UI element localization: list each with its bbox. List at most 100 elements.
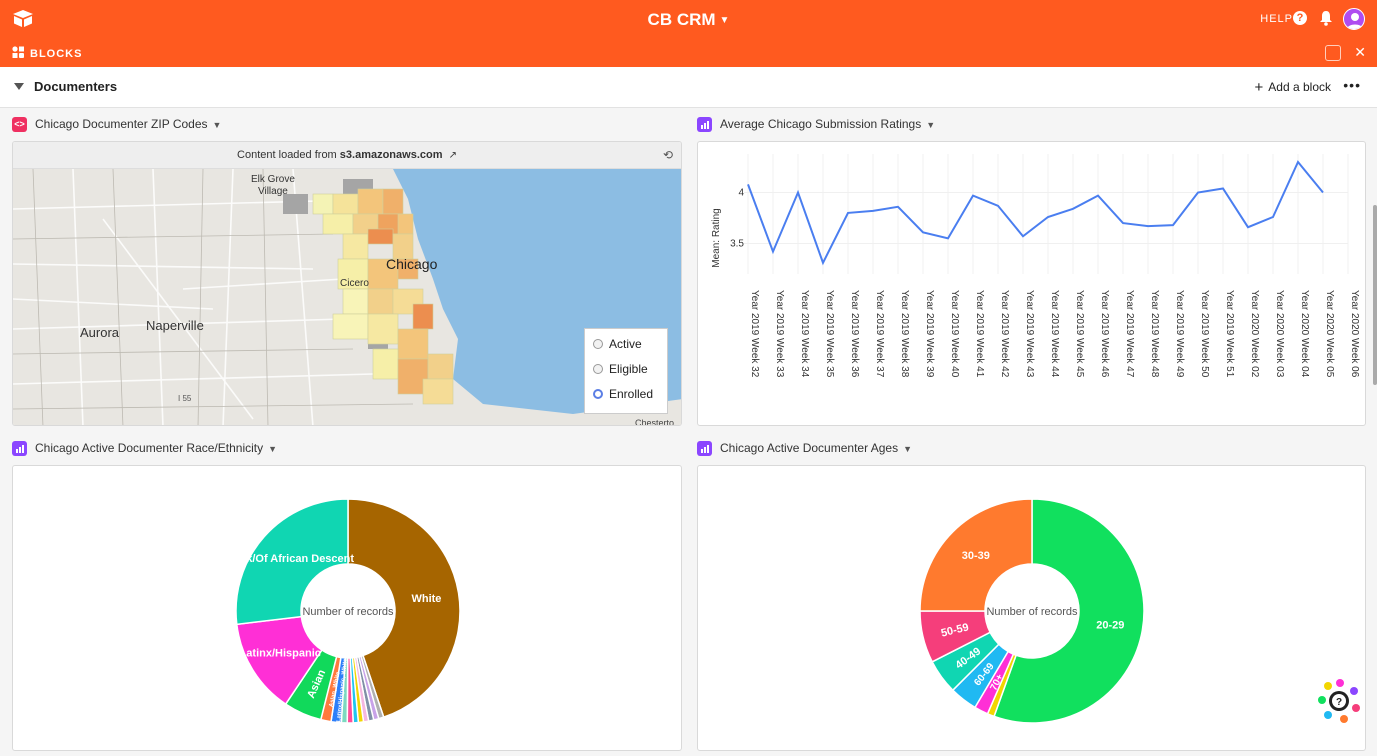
x-tick-label: Year 2019 Week 46 bbox=[1099, 290, 1110, 378]
rating-point[interactable] bbox=[996, 203, 1001, 208]
scrollbar[interactable] bbox=[1373, 205, 1377, 385]
rating-point[interactable] bbox=[846, 210, 851, 215]
rating-point[interactable] bbox=[1296, 160, 1301, 165]
x-tick-label: Year 2019 Week 37 bbox=[874, 290, 885, 378]
panel-header-zip[interactable]: <> Chicago Documenter ZIP Codes ▼ bbox=[12, 117, 221, 137]
x-tick-label: Year 2019 Week 40 bbox=[949, 290, 960, 378]
rating-point[interactable] bbox=[1096, 193, 1101, 198]
x-tick-label: Year 2019 Week 44 bbox=[1049, 290, 1060, 378]
x-tick-label: Year 2019 Week 49 bbox=[1174, 290, 1185, 378]
rating-point[interactable] bbox=[871, 208, 876, 213]
map-label-naperville: Naperville bbox=[146, 318, 204, 333]
rating-point[interactable] bbox=[1221, 186, 1226, 191]
donut-center-label: Number of records bbox=[986, 606, 1078, 618]
map-label-elk-grove-2: Village bbox=[258, 186, 288, 197]
ratings-line-chart[interactable]: Year 2019 Week 32 Year 2019 Week 33 Year 2… bbox=[698, 142, 1365, 425]
rating-point[interactable] bbox=[946, 236, 951, 241]
rating-point[interactable] bbox=[821, 260, 826, 265]
add-block-label: Add a block bbox=[1268, 80, 1331, 94]
fullscreen-icon[interactable] bbox=[1325, 45, 1341, 61]
x-tick-label: Year 2019 Week 42 bbox=[999, 290, 1010, 378]
x-tick-label: Year 2019 Week 41 bbox=[974, 290, 985, 378]
x-tick-label: Year 2019 Week 45 bbox=[1074, 290, 1085, 378]
ages-chart-card: 20-29 70+ 60-69 40-49 50-59 30-39 Number of re… bbox=[697, 465, 1366, 751]
slice-label: White bbox=[411, 593, 441, 605]
rating-point[interactable] bbox=[1321, 190, 1326, 195]
chevron-down-icon: ▼ bbox=[926, 120, 936, 130]
add-block-button[interactable]: + Add a block bbox=[1255, 79, 1331, 96]
x-tick-label: Year 2020 Week 04 bbox=[1299, 290, 1310, 378]
chevron-down-icon: ▼ bbox=[268, 444, 278, 454]
rating-point[interactable] bbox=[1271, 214, 1276, 219]
slice-label: Latinx/Hispanic bbox=[240, 648, 321, 660]
rating-point[interactable] bbox=[1246, 225, 1251, 230]
rating-point[interactable] bbox=[771, 249, 776, 254]
ratings-chart-card: Year 2019 Week 32 Year 2019 Week 33 Year 2… bbox=[697, 141, 1366, 426]
rating-point[interactable] bbox=[921, 230, 926, 235]
legend-item-active[interactable]: Active bbox=[593, 337, 642, 351]
x-tick-label: Year 2019 Week 35 bbox=[824, 290, 835, 378]
collapse-caret-icon[interactable] bbox=[14, 83, 24, 90]
reload-icon[interactable]: ⟲ bbox=[663, 142, 673, 168]
chevron-down-icon: ▼ bbox=[212, 120, 222, 130]
rating-point[interactable] bbox=[1046, 214, 1051, 219]
map-label-cicero: Cicero bbox=[340, 278, 369, 289]
y-axis-label: Mean: Rating bbox=[711, 208, 722, 267]
rating-series-line bbox=[747, 160, 1324, 266]
x-tick-label: Year 2019 Week 47 bbox=[1124, 290, 1135, 378]
panel-title: Average Chicago Submission Ratings bbox=[720, 117, 922, 131]
bell-icon[interactable] bbox=[1319, 10, 1333, 26]
panel-title: Chicago Active Documenter Ages bbox=[720, 441, 899, 455]
map-label-elk-grove: Elk Grove bbox=[251, 174, 295, 185]
panel-header-race[interactable]: Chicago Active Documenter Race/Ethnicity… bbox=[12, 441, 277, 461]
legend-label: Active bbox=[609, 337, 642, 351]
rating-point[interactable] bbox=[796, 190, 801, 195]
y-tick-label: 3.5 bbox=[730, 238, 744, 249]
rating-point[interactable] bbox=[1121, 221, 1126, 226]
rating-point[interactable] bbox=[1071, 206, 1076, 211]
x-tick-label: Year 2020 Week 05 bbox=[1324, 290, 1335, 378]
avatar[interactable] bbox=[1343, 8, 1365, 30]
dashboard-title[interactable]: Documenters bbox=[34, 79, 117, 94]
chevron-down-icon: ▼ bbox=[719, 15, 730, 27]
external-link-icon[interactable]: ↗ bbox=[449, 150, 457, 161]
radio-icon bbox=[593, 339, 603, 349]
close-icon[interactable]: ✕ bbox=[1354, 44, 1366, 61]
panel-header-ratings[interactable]: Average Chicago Submission Ratings ▼ bbox=[697, 117, 935, 137]
rating-point[interactable] bbox=[971, 193, 976, 198]
rating-point[interactable] bbox=[1146, 224, 1151, 229]
panel-title: Chicago Documenter ZIP Codes bbox=[35, 117, 208, 131]
rating-point[interactable] bbox=[896, 204, 901, 209]
legend-item-eligible[interactable]: Eligible bbox=[593, 362, 648, 376]
race-chart-card: White Latinx/Hispanic, White Asian, White A… bbox=[12, 465, 682, 751]
race-donut-chart[interactable]: WhiteLatinx/Hispanic, WhiteAsian, WhiteA… bbox=[13, 466, 681, 750]
help-link[interactable]: HELP bbox=[1260, 13, 1293, 25]
zip-code-map[interactable]: Elk Grove Village Chicago Cicero Aurora … bbox=[13, 169, 682, 426]
donut-center-label: Number of records bbox=[302, 606, 394, 618]
help-icon[interactable]: ? bbox=[1293, 11, 1307, 25]
rating-point[interactable] bbox=[1171, 223, 1176, 228]
rating-point[interactable] bbox=[1021, 234, 1026, 239]
x-tick-label: Year 2019 Week 38 bbox=[899, 290, 910, 378]
content-source-domain[interactable]: s3.amazonaws.com bbox=[340, 149, 443, 161]
legend-label: Enrolled bbox=[609, 387, 654, 401]
x-tick-label: Year 2020 Week 03 bbox=[1274, 290, 1285, 378]
help-widget-icon[interactable]: ? bbox=[1316, 678, 1364, 726]
map-label-chesterton: Chesterto bbox=[635, 418, 674, 426]
map-label-highway: I 55 bbox=[178, 394, 192, 403]
x-tick-label: Year 2019 Week 51 bbox=[1224, 290, 1235, 378]
legend-label: Eligible bbox=[609, 362, 648, 376]
legend-item-enrolled[interactable]: Enrolled bbox=[593, 387, 653, 401]
radio-selected-icon bbox=[593, 389, 603, 399]
top-bar: CB CRM ▼ HELP ? bbox=[0, 0, 1377, 38]
base-title[interactable]: CB CRM ▼ bbox=[0, 10, 1377, 30]
ages-donut-chart[interactable]: 20-2970+60-6940-4950-5930-39Number of re… bbox=[698, 466, 1365, 750]
rating-point[interactable] bbox=[746, 182, 751, 187]
chart-block-icon bbox=[12, 441, 27, 457]
y-tick-label: 4 bbox=[738, 188, 744, 199]
more-menu-icon[interactable]: ••• bbox=[1343, 77, 1361, 93]
rating-point[interactable] bbox=[1196, 190, 1201, 195]
x-tick-label: Year 2020 Week 06 bbox=[1349, 290, 1360, 378]
panel-header-ages[interactable]: Chicago Active Documenter Ages ▼ bbox=[697, 441, 912, 461]
map-label-aurora: Aurora bbox=[80, 325, 120, 340]
